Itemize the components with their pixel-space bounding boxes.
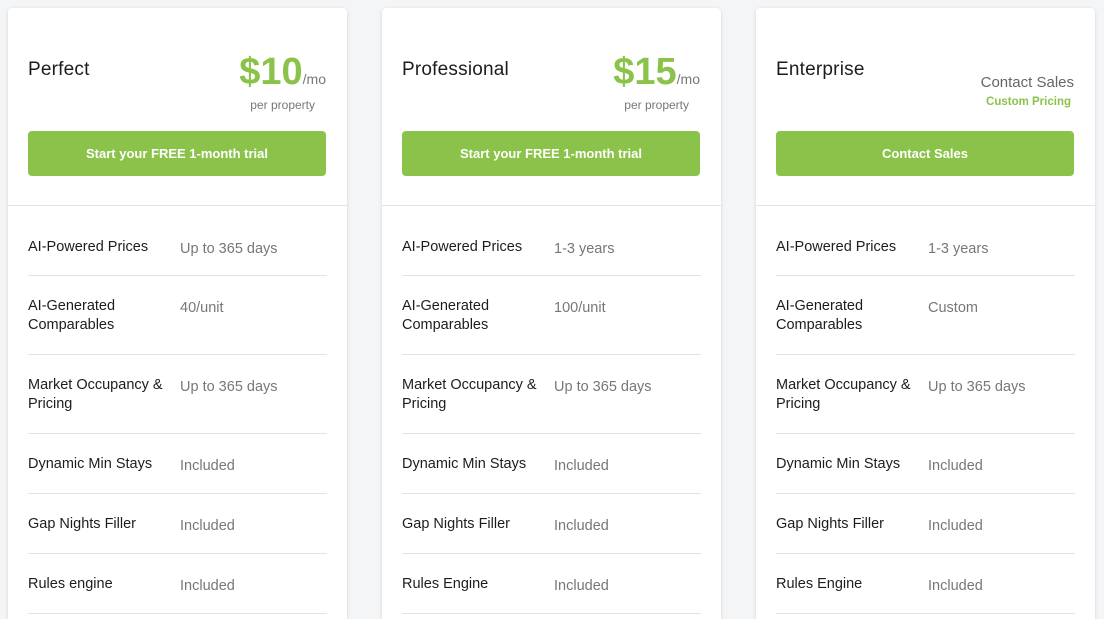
feature-row: Gap Nights Filler Included <box>776 494 1075 554</box>
feature-label: Rules Engine <box>402 576 489 592</box>
feature-row: AI-Powered Prices 1-3 years <box>402 206 701 276</box>
plan-name: Professional <box>402 59 509 80</box>
feature-label: Gap Nights Filler <box>28 516 136 532</box>
feature-row: Gap Nights Filler Included <box>402 494 701 554</box>
feature-label: AI-Generated Comparables <box>28 298 116 333</box>
price-period: /mo <box>676 71 700 87</box>
feature-row: Dynamic Min Stays Included <box>28 434 327 494</box>
custom-pricing-text: Custom Pricing <box>986 96 1071 108</box>
feature-row: AI-Generated Comparables Custom <box>776 276 1075 355</box>
feature-label: Rules Engine <box>776 576 863 592</box>
price-line: $15/mo <box>613 52 700 100</box>
feature-row: Rules Engine Included <box>402 554 701 614</box>
price-period: /mo <box>302 71 326 87</box>
plan-card-perfect: Perfect $10/mo per property Start your F… <box>8 8 347 619</box>
feature-value: Included <box>180 458 235 474</box>
plan-name: Enterprise <box>776 59 865 80</box>
feature-value: 1-3 years <box>554 241 615 257</box>
plan-header: Professional $15/mo per property Start y… <box>382 8 721 206</box>
price-block: $10/mo per property <box>239 52 326 112</box>
feature-value: Included <box>554 518 609 534</box>
feature-value: Included <box>554 578 609 594</box>
start-trial-button[interactable]: Start your FREE 1-month trial <box>28 131 326 176</box>
price-amount: $15 <box>613 51 677 93</box>
feature-label: Market Occupancy & Pricing <box>402 377 537 412</box>
feature-label: Dynamic Min Stays <box>28 456 153 472</box>
plan-header: Perfect $10/mo per property Start your F… <box>8 8 347 206</box>
feature-row: AI-Powered Prices Up to 365 days <box>28 206 327 276</box>
feature-list: AI-Powered Prices Up to 365 days AI-Gene… <box>8 206 347 614</box>
feature-row: Dynamic Min Stays Included <box>402 434 701 494</box>
feature-value: 1-3 years <box>928 241 989 257</box>
feature-row: Rules engine Included <box>28 554 327 614</box>
price-block: $15/mo per property <box>613 52 700 112</box>
feature-value: Up to 365 days <box>554 379 652 395</box>
feature-label: Market Occupancy & Pricing <box>776 377 911 412</box>
price-unit: per property <box>250 98 315 112</box>
contact-sales-button[interactable]: Contact Sales <box>776 131 1074 176</box>
feature-label: AI-Powered Prices <box>402 239 523 255</box>
feature-label: Rules engine <box>28 576 113 592</box>
plan-card-enterprise: Enterprise Contact Sales Custom Pricing … <box>756 8 1095 619</box>
contact-sales-text: Contact Sales <box>980 74 1074 91</box>
feature-row: AI-Powered Prices 1-3 years <box>776 206 1075 276</box>
feature-row: Dynamic Min Stays Included <box>776 434 1075 494</box>
feature-row: Rules Engine Included <box>776 554 1075 614</box>
feature-label: AI-Powered Prices <box>776 239 897 255</box>
feature-value: Included <box>554 458 609 474</box>
feature-list: AI-Powered Prices 1-3 years AI-Generated… <box>382 206 721 614</box>
pricing-note: Contact Sales Custom Pricing <box>981 74 1074 108</box>
feature-value: Up to 365 days <box>928 379 1026 395</box>
plan-header: Enterprise Contact Sales Custom Pricing … <box>756 8 1095 206</box>
start-trial-button[interactable]: Start your FREE 1-month trial <box>402 131 700 176</box>
feature-value: 40/unit <box>180 300 224 316</box>
feature-label: Dynamic Min Stays <box>776 456 901 472</box>
pricing-board: Perfect $10/mo per property Start your F… <box>0 0 1104 619</box>
feature-value: Included <box>928 578 983 594</box>
feature-value: Included <box>180 518 235 534</box>
feature-value: Custom <box>928 300 978 316</box>
price-line: $10/mo <box>239 52 326 100</box>
feature-value: Included <box>180 578 235 594</box>
feature-label: Dynamic Min Stays <box>402 456 527 472</box>
feature-row: Gap Nights Filler Included <box>28 494 327 554</box>
price-amount: $10 <box>239 51 303 93</box>
feature-label: Gap Nights Filler <box>402 516 510 532</box>
feature-row: Market Occupancy & Pricing Up to 365 day… <box>402 355 701 434</box>
feature-row: Market Occupancy & Pricing Up to 365 day… <box>776 355 1075 434</box>
feature-row: AI-Generated Comparables 100/unit <box>402 276 701 355</box>
feature-label: AI-Powered Prices <box>28 239 149 255</box>
feature-label: Gap Nights Filler <box>776 516 884 532</box>
feature-row: AI-Generated Comparables 40/unit <box>28 276 327 355</box>
feature-label: Market Occupancy & Pricing <box>28 377 163 412</box>
plan-name: Perfect <box>28 59 90 80</box>
plan-card-professional: Professional $15/mo per property Start y… <box>382 8 721 619</box>
price-unit: per property <box>624 98 689 112</box>
feature-value: 100/unit <box>554 300 606 316</box>
feature-value: Included <box>928 458 983 474</box>
feature-label: AI-Generated Comparables <box>402 298 490 333</box>
feature-value: Up to 365 days <box>180 241 278 257</box>
feature-label: AI-Generated Comparables <box>776 298 864 333</box>
feature-row: Market Occupancy & Pricing Up to 365 day… <box>28 355 327 434</box>
feature-value: Up to 365 days <box>180 379 278 395</box>
feature-value: Included <box>928 518 983 534</box>
feature-list: AI-Powered Prices 1-3 years AI-Generated… <box>756 206 1095 614</box>
